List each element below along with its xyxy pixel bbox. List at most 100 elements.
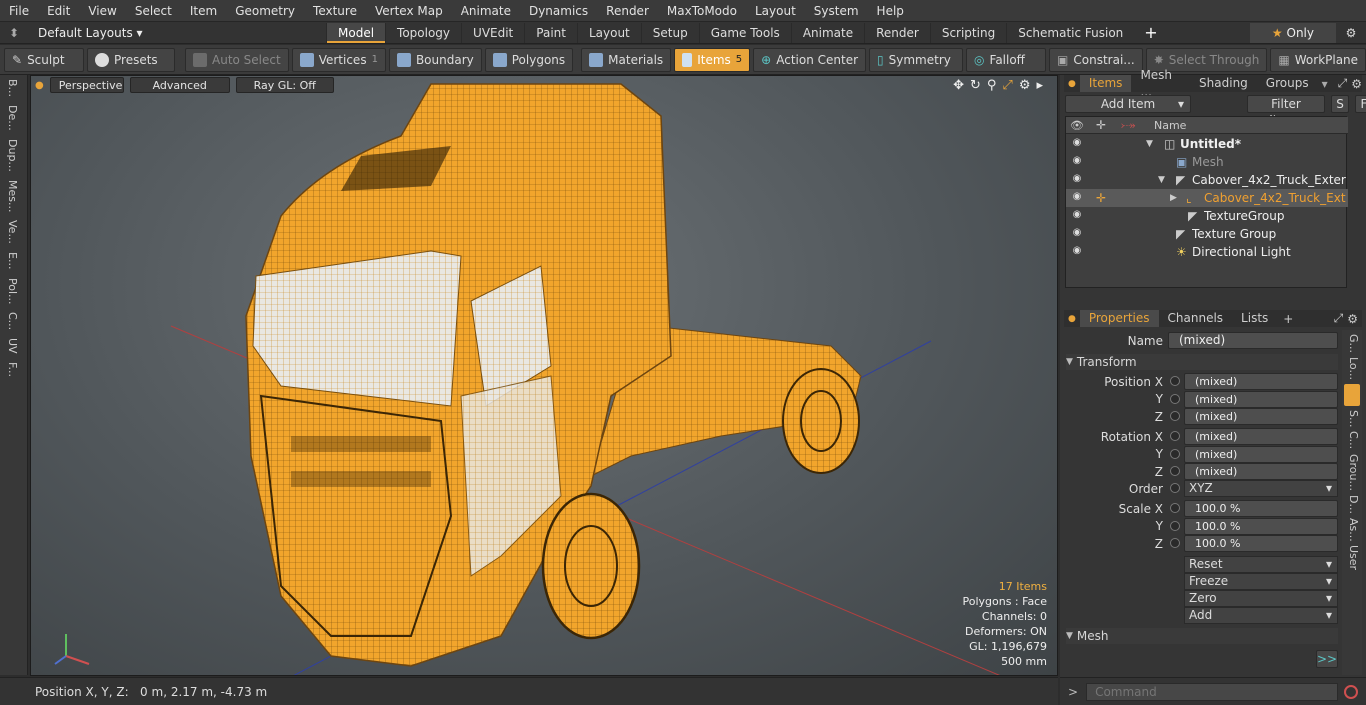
position-y-field[interactable]: (mixed) bbox=[1184, 391, 1338, 408]
scale-x-radio[interactable] bbox=[1170, 503, 1180, 513]
menu-view[interactable]: View bbox=[79, 0, 125, 22]
rotation-y-radio[interactable] bbox=[1170, 449, 1180, 459]
scale-z-field[interactable]: 100.0 % bbox=[1184, 535, 1338, 552]
left-tab-8[interactable]: C... bbox=[6, 308, 19, 334]
vertices-button[interactable]: Vertices 1 bbox=[291, 47, 386, 72]
add-item-dropdown[interactable]: Add Item ▾ bbox=[1065, 95, 1191, 113]
left-tab-4[interactable]: Mes... bbox=[6, 176, 19, 216]
gear-icon[interactable]: ⚙ bbox=[1336, 26, 1366, 40]
tab-lists[interactable]: Lists bbox=[1232, 310, 1277, 327]
visibility-eye-icon[interactable]: ◉ bbox=[1070, 191, 1084, 205]
right-tab-7[interactable]: As... bbox=[1347, 518, 1360, 542]
tabs-dropdown-icon[interactable]: ▾ bbox=[1322, 77, 1328, 91]
scale-y-radio[interactable] bbox=[1170, 521, 1180, 531]
right-tab-1[interactable]: G... bbox=[1347, 334, 1360, 353]
tab-model[interactable]: Model bbox=[326, 22, 386, 43]
order-dropdown[interactable]: XYZ bbox=[1184, 480, 1338, 497]
list-item-texture-group[interactable]: ◉ ◤ Texture Group bbox=[1066, 225, 1348, 243]
tab-uvedit[interactable]: UVEdit bbox=[461, 22, 524, 43]
s-button[interactable]: S bbox=[1331, 95, 1349, 113]
name-column-header[interactable]: Name bbox=[1154, 119, 1186, 132]
lock-icon[interactable]: ✛ bbox=[1096, 191, 1106, 205]
menu-texture[interactable]: Texture bbox=[304, 0, 366, 22]
panel-gear-icon[interactable]: ⚙ bbox=[1347, 312, 1358, 326]
reset-dropdown[interactable]: Reset bbox=[1184, 556, 1338, 573]
tab-schematic-fusion[interactable]: Schematic Fusion bbox=[1006, 22, 1134, 43]
position-x-field[interactable]: (mixed) bbox=[1184, 373, 1338, 390]
right-tab-3[interactable]: S... bbox=[1347, 410, 1360, 427]
right-tab-2[interactable]: Lo... bbox=[1347, 357, 1360, 380]
rotation-x-radio[interactable] bbox=[1170, 431, 1180, 441]
more-button[interactable]: >> bbox=[1316, 650, 1338, 668]
menu-layout[interactable]: Layout bbox=[746, 0, 805, 22]
scale-x-field[interactable]: 100.0 % bbox=[1184, 500, 1338, 517]
tab-render[interactable]: Render bbox=[864, 22, 930, 43]
left-tab-5[interactable]: Ve... bbox=[6, 216, 19, 248]
add-dropdown[interactable]: Add bbox=[1184, 607, 1338, 624]
list-item-mesh[interactable]: ◉ ▣ Mesh bbox=[1066, 153, 1348, 171]
right-tab-8[interactable]: User bbox=[1347, 545, 1360, 570]
freeze-dropdown[interactable]: Freeze bbox=[1184, 573, 1338, 590]
tab-items[interactable]: Items bbox=[1079, 75, 1132, 92]
visibility-eye-icon[interactable]: ◉ bbox=[1070, 209, 1084, 223]
tab-paint[interactable]: Paint bbox=[524, 22, 577, 43]
menu-file[interactable]: File bbox=[0, 0, 38, 22]
symmetry-button[interactable]: ▯ Symmetry bbox=[869, 47, 964, 72]
materials-button[interactable]: Materials bbox=[581, 47, 672, 72]
zero-dropdown[interactable]: Zero bbox=[1184, 590, 1338, 607]
menu-animate[interactable]: Animate bbox=[452, 0, 520, 22]
left-tab-7[interactable]: Pol... bbox=[6, 274, 19, 309]
rotation-y-field[interactable]: (mixed) bbox=[1184, 446, 1338, 463]
layout-dropdown[interactable]: Default Layouts ▾ bbox=[28, 26, 326, 40]
position-z-field[interactable]: (mixed) bbox=[1184, 408, 1338, 425]
tab-properties[interactable]: Properties bbox=[1079, 310, 1159, 327]
tab-groups[interactable]: Groups bbox=[1257, 75, 1318, 92]
visibility-eye-icon[interactable]: ◉ bbox=[1070, 137, 1084, 151]
tab-setup[interactable]: Setup bbox=[640, 22, 699, 43]
expand-arrow-icon[interactable]: ▼ bbox=[1158, 175, 1165, 185]
menu-maxtomodo[interactable]: MaxToModo bbox=[658, 0, 746, 22]
tab-topology[interactable]: Topology bbox=[385, 22, 461, 43]
visibility-eye-icon[interactable]: ◉ bbox=[1070, 155, 1084, 169]
expand-panel-icon[interactable]: ⤢ bbox=[1334, 311, 1344, 326]
tab-animate[interactable]: Animate bbox=[790, 22, 864, 43]
menu-item[interactable]: Item bbox=[181, 0, 226, 22]
position-y-radio[interactable] bbox=[1170, 394, 1180, 404]
visibility-eye-icon[interactable]: ◉ bbox=[1070, 173, 1084, 187]
panel-gear-icon[interactable]: ⚙ bbox=[1351, 77, 1362, 91]
name-field[interactable]: (mixed) bbox=[1168, 332, 1338, 349]
left-tab-10[interactable]: F... bbox=[6, 358, 19, 381]
menu-edit[interactable]: Edit bbox=[38, 0, 79, 22]
boundary-button[interactable]: Boundary bbox=[388, 47, 482, 72]
menu-dynamics[interactable]: Dynamics bbox=[520, 0, 597, 22]
items-button[interactable]: Items 5 bbox=[674, 47, 751, 72]
transform-section-header[interactable]: ▼ Transform bbox=[1066, 354, 1338, 370]
scale-z-radio[interactable] bbox=[1170, 538, 1180, 548]
action-center-button[interactable]: ⊕ Action Center bbox=[753, 47, 867, 72]
constraints-button[interactable]: ▣ Constrai... bbox=[1049, 47, 1143, 72]
visibility-eye-icon[interactable]: ◉ bbox=[1070, 245, 1084, 259]
polygons-button[interactable]: Polygons bbox=[484, 47, 574, 72]
list-item-cabover-group[interactable]: ◉ ▼ ◤ Cabover_4x2_Truck_Exterior ... bbox=[1066, 171, 1348, 189]
rotation-z-field[interactable]: (mixed) bbox=[1184, 463, 1338, 480]
tab-channels[interactable]: Channels bbox=[1159, 310, 1233, 327]
right-tab-4[interactable]: C... bbox=[1347, 431, 1360, 449]
menu-vertex-map[interactable]: Vertex Map bbox=[366, 0, 452, 22]
3d-viewport[interactable]: ● Perspective Advanced Ray GL: Off ✥ ↻ ⚲… bbox=[30, 75, 1058, 676]
command-input[interactable] bbox=[1086, 682, 1339, 701]
tab-shading[interactable]: Shading bbox=[1190, 75, 1257, 92]
left-tab-1[interactable]: B... bbox=[6, 75, 19, 101]
list-item-untitled[interactable]: ◉ ▼ ◫ Untitled* bbox=[1066, 135, 1348, 153]
falloff-button[interactable]: ◎ Falloff bbox=[966, 47, 1047, 72]
sculpt-button[interactable]: ✎ Sculpt bbox=[4, 47, 84, 72]
expand-arrow-icon[interactable]: ▶ bbox=[1170, 193, 1177, 203]
menu-help[interactable]: Help bbox=[868, 0, 913, 22]
order-radio[interactable] bbox=[1170, 483, 1180, 493]
menu-select[interactable]: Select bbox=[126, 0, 181, 22]
visibility-eye-icon[interactable]: ◉ bbox=[1070, 227, 1084, 241]
position-z-radio[interactable] bbox=[1170, 411, 1180, 421]
f-button[interactable]: F bbox=[1355, 95, 1366, 113]
right-tab-5[interactable]: Grou... bbox=[1347, 454, 1360, 491]
rotation-x-field[interactable]: (mixed) bbox=[1184, 428, 1338, 445]
workplane-button[interactable]: ▦ WorkPlane bbox=[1270, 47, 1366, 72]
